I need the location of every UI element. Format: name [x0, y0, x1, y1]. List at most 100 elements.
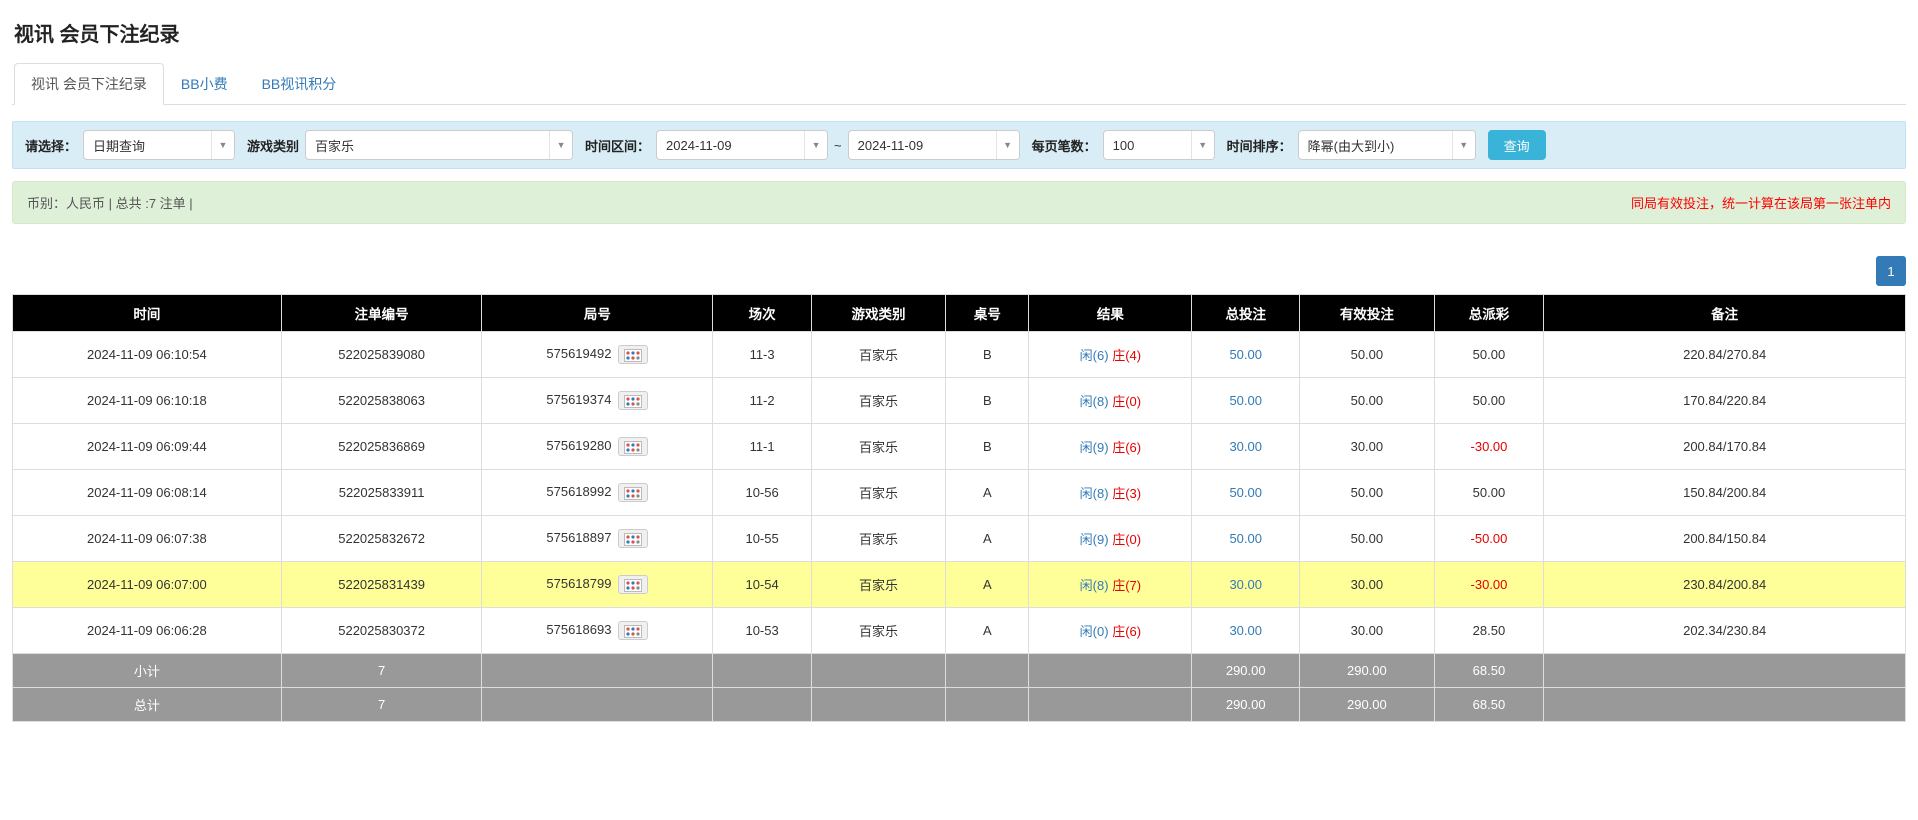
cell-session: 11-1 [713, 424, 811, 470]
cell-payout: 50.00 [1434, 470, 1544, 516]
chevron-down-icon[interactable]: ▼ [1191, 131, 1214, 159]
query-type-label: 请选择： [25, 136, 77, 155]
cell-session: 10-53 [713, 608, 811, 654]
tab-2[interactable]: BB视讯积分 [245, 63, 354, 105]
roadmap-icon[interactable] [618, 529, 648, 548]
sort-order-label: 时间排序： [1227, 136, 1292, 155]
chevron-down-icon[interactable]: ▼ [804, 131, 827, 159]
result-banker: 庄(7) [1112, 578, 1141, 593]
cell-result: 闲(8) 庄(7) [1029, 562, 1192, 608]
footer-count: 7 [281, 654, 482, 688]
cell-round-id: 575619374 [482, 378, 713, 424]
footer-label: 总计 [13, 688, 282, 722]
filter-bar: 请选择： 日期查询 ▼ 游戏类别 百家乐 ▼ 时间区间： 2024-11-09 … [12, 121, 1906, 169]
cell-total-bet: 50.00 [1192, 470, 1300, 516]
result-player: 闲(8) [1080, 578, 1109, 593]
column-header: 游戏类别 [811, 295, 945, 332]
table-row: 2024-11-09 06:09:44522025836869575619280… [13, 424, 1906, 470]
total-bet-link[interactable]: 50.00 [1229, 485, 1262, 500]
column-header: 总派彩 [1434, 295, 1544, 332]
column-header: 结果 [1029, 295, 1192, 332]
cell-note: 170.84/220.84 [1544, 378, 1906, 424]
page-size-select[interactable]: 100 ▼ [1103, 130, 1215, 160]
cell-round-id: 575618992 [482, 470, 713, 516]
cell-valid-bet: 50.00 [1300, 516, 1434, 562]
cell-round-id: 575619280 [482, 424, 713, 470]
roadmap-icon[interactable] [618, 621, 648, 640]
round-id: 575619374 [546, 392, 611, 407]
tab-1[interactable]: BB小费 [164, 63, 245, 105]
cell-time: 2024-11-09 06:07:00 [13, 562, 282, 608]
roadmap-icon[interactable] [618, 437, 648, 456]
footer-payout: 68.50 [1434, 654, 1544, 688]
cell-note: 220.84/270.84 [1544, 332, 1906, 378]
roadmap-icon[interactable] [618, 483, 648, 502]
cell-bet-id: 522025838063 [281, 378, 482, 424]
total-bet-link[interactable]: 50.00 [1229, 393, 1262, 408]
round-id: 575619492 [546, 346, 611, 361]
cell-table-no: B [946, 378, 1029, 424]
query-type-select[interactable]: 日期查询 ▼ [83, 130, 235, 160]
roadmap-icon[interactable] [618, 345, 648, 364]
cell-payout: -30.00 [1434, 562, 1544, 608]
cell-round-id: 575618693 [482, 608, 713, 654]
total-bet-link[interactable]: 50.00 [1229, 347, 1262, 362]
total-bet-link[interactable]: 30.00 [1229, 623, 1262, 638]
round-id: 575618799 [546, 576, 611, 591]
result-player: 闲(6) [1080, 348, 1109, 363]
cell-valid-bet: 50.00 [1300, 332, 1434, 378]
sort-order-select[interactable]: 降幂(由大到小) ▼ [1298, 130, 1476, 160]
cell-game-type: 百家乐 [811, 562, 945, 608]
summary-text: 币别：人民币 | 总共 :7 注单 | [27, 193, 193, 212]
total-bet-link[interactable]: 30.00 [1229, 439, 1262, 454]
cell-payout: -50.00 [1434, 516, 1544, 562]
total-bet-link[interactable]: 50.00 [1229, 531, 1262, 546]
cell-payout: 28.50 [1434, 608, 1544, 654]
cell-bet-id: 522025830372 [281, 608, 482, 654]
tab-0[interactable]: 视讯 会员下注纪录 [14, 63, 164, 105]
column-header: 局号 [482, 295, 713, 332]
date-range-separator: ~ [834, 138, 842, 153]
cell-session: 10-54 [713, 562, 811, 608]
game-type-value: 百家乐 [306, 136, 549, 155]
footer-count: 7 [281, 688, 482, 722]
cell-round-id: 575619492 [482, 332, 713, 378]
cell-note: 200.84/170.84 [1544, 424, 1906, 470]
total-bet-link[interactable]: 30.00 [1229, 577, 1262, 592]
cell-table-no: A [946, 562, 1029, 608]
chevron-down-icon[interactable]: ▼ [996, 131, 1019, 159]
cell-game-type: 百家乐 [811, 516, 945, 562]
pagination: 1 [12, 256, 1906, 286]
game-type-select[interactable]: 百家乐 ▼ [305, 130, 573, 160]
roadmap-icon[interactable] [618, 391, 648, 410]
cell-table-no: B [946, 424, 1029, 470]
result-banker: 庄(6) [1112, 624, 1141, 639]
roadmap-icon[interactable] [618, 575, 648, 594]
table-row: 2024-11-09 06:10:18522025838063575619374… [13, 378, 1906, 424]
chevron-down-icon[interactable]: ▼ [549, 131, 572, 159]
result-banker: 庄(3) [1112, 486, 1141, 501]
footer-total-bet: 290.00 [1192, 654, 1300, 688]
cell-game-type: 百家乐 [811, 608, 945, 654]
summary-bar: 币别：人民币 | 总共 :7 注单 | 同局有效投注，统一计算在该局第一张注单内 [12, 181, 1906, 224]
chevron-down-icon[interactable]: ▼ [211, 131, 234, 159]
cell-round-id: 575618897 [482, 516, 713, 562]
footer-valid-bet: 290.00 [1300, 654, 1434, 688]
date-to-value: 2024-11-09 [849, 138, 996, 153]
footer-payout: 68.50 [1434, 688, 1544, 722]
cell-table-no: A [946, 470, 1029, 516]
search-button[interactable]: 查询 [1488, 130, 1546, 160]
cell-valid-bet: 30.00 [1300, 424, 1434, 470]
page-button-1[interactable]: 1 [1876, 256, 1906, 286]
result-player: 闲(9) [1080, 532, 1109, 547]
subtotal-row: 小计7290.00290.0068.50 [13, 654, 1906, 688]
cell-bet-id: 522025839080 [281, 332, 482, 378]
cell-session: 11-2 [713, 378, 811, 424]
date-to-select[interactable]: 2024-11-09 ▼ [848, 130, 1020, 160]
column-header: 有效投注 [1300, 295, 1434, 332]
column-header: 总投注 [1192, 295, 1300, 332]
chevron-down-icon[interactable]: ▼ [1452, 131, 1475, 159]
cell-table-no: A [946, 516, 1029, 562]
date-from-select[interactable]: 2024-11-09 ▼ [656, 130, 828, 160]
cell-round-id: 575618799 [482, 562, 713, 608]
